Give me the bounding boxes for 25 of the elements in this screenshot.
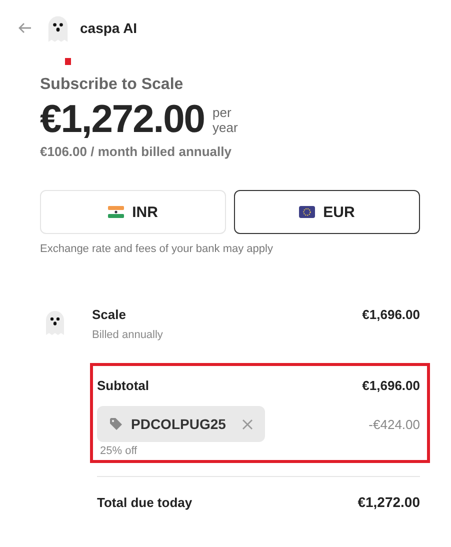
period-label: per [212,105,232,120]
total-label: Total due today [97,494,192,510]
total-amount: €1,272.00 [358,494,420,510]
tag-icon [109,417,123,431]
billing-note: Billed annually [92,329,164,341]
marker [65,58,71,65]
item-name: Scale [92,307,126,322]
plan-title: Subscribe to Scale [40,76,184,94]
flag-icon [108,206,124,218]
brand-name: caspa AI [80,20,138,36]
discount-note: 25% off [100,445,138,457]
subtotal-label: Subtotal [97,378,149,393]
currency-button[interactable]: INR [40,190,226,234]
coupon-code: PDCOLPUG25 [131,416,226,432]
currency-note: Exchange rate and fees of your bank may apply [40,243,274,255]
period-label: year [212,120,238,135]
item-amount: €1,696.00 [362,307,420,322]
flag-icon [299,206,316,218]
price: €1,272.00 [40,98,205,142]
currency-button[interactable]: EUR [234,190,420,234]
back-arrow-icon[interactable] [18,22,32,34]
subtotal-amount: €1,696.00 [362,378,420,393]
close-button[interactable] [242,418,253,430]
monthly-price: €106.00 / month billed annually [40,144,232,159]
discount-amount: -€424.00 [368,416,420,432]
